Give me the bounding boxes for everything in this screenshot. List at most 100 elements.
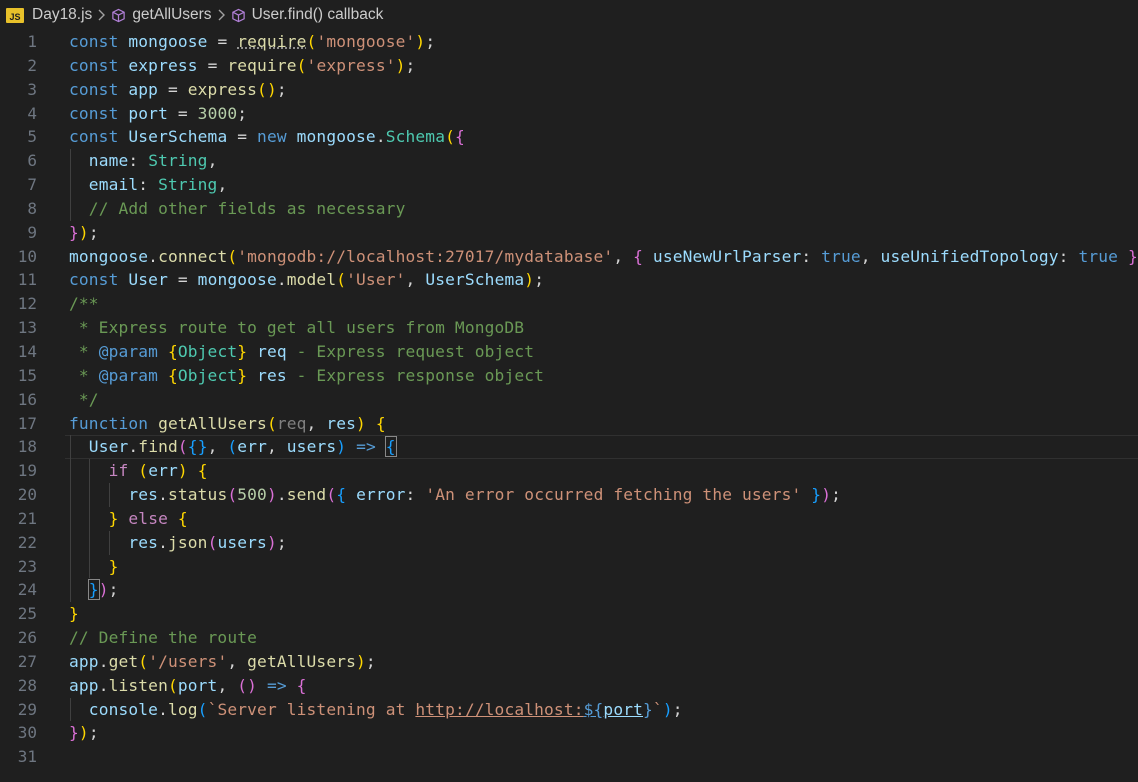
code-token: { bbox=[384, 436, 397, 458]
code-line[interactable]: 16 */ bbox=[0, 388, 1138, 412]
code-line[interactable]: 1 const mongoose = require('mongoose'); bbox=[0, 30, 1138, 54]
code-token: ; bbox=[276, 79, 287, 99]
code-token: : bbox=[405, 485, 426, 505]
code-line[interactable]: 29 console.log(`Server listening at http… bbox=[0, 697, 1138, 722]
breadcrumb-symbol-callback[interactable]: User.find() callback bbox=[231, 6, 383, 24]
code-line[interactable]: 19 if (err) { bbox=[0, 459, 1138, 484]
code-line[interactable]: 30}); bbox=[0, 721, 1138, 745]
code-token: users bbox=[217, 532, 267, 552]
code-line[interactable]: 10 mongoose.connect('mongodb://localhost:… bbox=[0, 245, 1138, 269]
code-token: } bbox=[108, 508, 119, 528]
code-token: . bbox=[148, 246, 159, 266]
code-token: = bbox=[167, 270, 198, 290]
code-line[interactable]: 21 } else { bbox=[0, 506, 1138, 531]
code-token: app bbox=[69, 651, 99, 671]
line-number: 2 bbox=[27, 55, 37, 75]
code-token: app bbox=[69, 675, 99, 695]
line-number: 24 bbox=[17, 580, 37, 600]
code-line[interactable]: 11 const User = mongoose.model('User', Us… bbox=[0, 268, 1138, 292]
code-token: express bbox=[187, 79, 258, 99]
code-token: ; bbox=[425, 32, 436, 51]
code-line[interactable]: 9}); bbox=[0, 221, 1138, 245]
code-line[interactable]: 2 const express = require('express'); bbox=[0, 54, 1138, 78]
line-number: 20 bbox=[17, 485, 37, 505]
code-token: users bbox=[286, 437, 337, 457]
code-editor[interactable]: 1 const mongoose = require('mongoose'); 2 c… bbox=[0, 30, 1138, 782]
code-token: useNewUrlParser bbox=[652, 246, 802, 266]
code-line[interactable]: 24 }); bbox=[0, 578, 1138, 603]
code-token: @param bbox=[98, 365, 159, 385]
code-text: } bbox=[69, 555, 119, 579]
code-line[interactable]: 25} bbox=[0, 602, 1138, 626]
code-line[interactable]: 31 bbox=[0, 745, 1138, 769]
code-token: = bbox=[158, 79, 188, 99]
line-number: 22 bbox=[17, 532, 37, 552]
code-token: { bbox=[177, 508, 188, 528]
code-line[interactable]: 14 * @param {Object} req - Express reque… bbox=[0, 340, 1138, 364]
code-token: : bbox=[1058, 246, 1079, 266]
code-line[interactable]: 18 User.find({}, (err, users) => { bbox=[0, 435, 1138, 460]
code-token: . bbox=[158, 532, 168, 552]
code-token: ( bbox=[227, 485, 238, 505]
javascript-file-icon: JS bbox=[6, 7, 24, 23]
code-token: ( bbox=[326, 485, 337, 505]
code-token: connect bbox=[158, 246, 228, 266]
code-token: @param bbox=[98, 341, 159, 361]
breadcrumb-symbol-getallusers[interactable]: getAllUsers bbox=[111, 6, 212, 24]
code-line[interactable]: 7 email: String, bbox=[0, 173, 1138, 197]
code-line[interactable]: 13 * Express route to get all users from… bbox=[0, 316, 1138, 340]
breadcrumb-file-label: Day18.js bbox=[32, 6, 93, 23]
breadcrumb-symbol-label: getAllUsers bbox=[132, 6, 212, 23]
line-number: 27 bbox=[17, 651, 37, 671]
code-token: UserSchema bbox=[128, 127, 228, 147]
code-token: ; bbox=[534, 270, 545, 290]
code-text: User.find({}, (err, users) => { bbox=[69, 435, 397, 459]
code-line[interactable]: 28 app.listen(port, () => { bbox=[0, 674, 1138, 698]
line-number: 7 bbox=[27, 175, 37, 195]
code-line[interactable]: 17 function getAllUsers(req, res) { bbox=[0, 412, 1138, 436]
code-token: port bbox=[603, 699, 644, 719]
code-line[interactable]: 12 /** bbox=[0, 292, 1138, 316]
code-token: - Express response object bbox=[286, 365, 545, 385]
code-line[interactable]: 8 // Add other fields as necessary bbox=[0, 196, 1138, 221]
code-text: * @param {Object} res - Express response… bbox=[69, 364, 544, 388]
code-token: { bbox=[633, 246, 644, 266]
code-token: ${ bbox=[583, 699, 604, 719]
code-line[interactable]: 15 * @param {Object} res - Express respo… bbox=[0, 364, 1138, 388]
code-token: } bbox=[108, 556, 119, 576]
line-number: 1 bbox=[27, 32, 37, 51]
code-line[interactable]: 26 // Define the route bbox=[0, 626, 1138, 650]
code-line[interactable]: 23 } bbox=[0, 554, 1138, 579]
code-line[interactable]: 27 app.get('/users', getAllUsers); bbox=[0, 650, 1138, 674]
code-line[interactable]: 22 res.json(users); bbox=[0, 530, 1138, 555]
code-text: }); bbox=[69, 578, 119, 602]
code-text: const express = require('express'); bbox=[69, 54, 415, 78]
code-token: console bbox=[88, 699, 159, 719]
code-line[interactable]: 20 res.status(500).send({ error: 'An err… bbox=[0, 483, 1138, 507]
code-token: ; bbox=[365, 651, 376, 671]
code-token: String bbox=[148, 151, 208, 171]
code-line[interactable]: 3 const app = express(); bbox=[0, 78, 1138, 102]
method-cube-icon bbox=[111, 8, 126, 23]
breadcrumb-file[interactable]: JS Day18.js bbox=[6, 6, 92, 24]
code-line[interactable]: 4 const port = 3000; bbox=[0, 102, 1138, 126]
code-token: Object bbox=[177, 341, 238, 361]
line-number: 29 bbox=[17, 699, 37, 719]
code-token: require bbox=[237, 32, 307, 51]
code-line[interactable]: 5 const UserSchema = new mongoose.Schema(… bbox=[0, 125, 1138, 149]
code-token: , bbox=[613, 246, 634, 266]
code-token: err bbox=[237, 437, 267, 457]
code-line[interactable]: 6 name: String, bbox=[0, 149, 1138, 174]
code-token: log bbox=[167, 699, 198, 719]
code-text: res.status(500).send({ error: 'An error … bbox=[69, 483, 841, 507]
code-token: const bbox=[69, 103, 119, 123]
code-token: Schema bbox=[385, 127, 446, 147]
